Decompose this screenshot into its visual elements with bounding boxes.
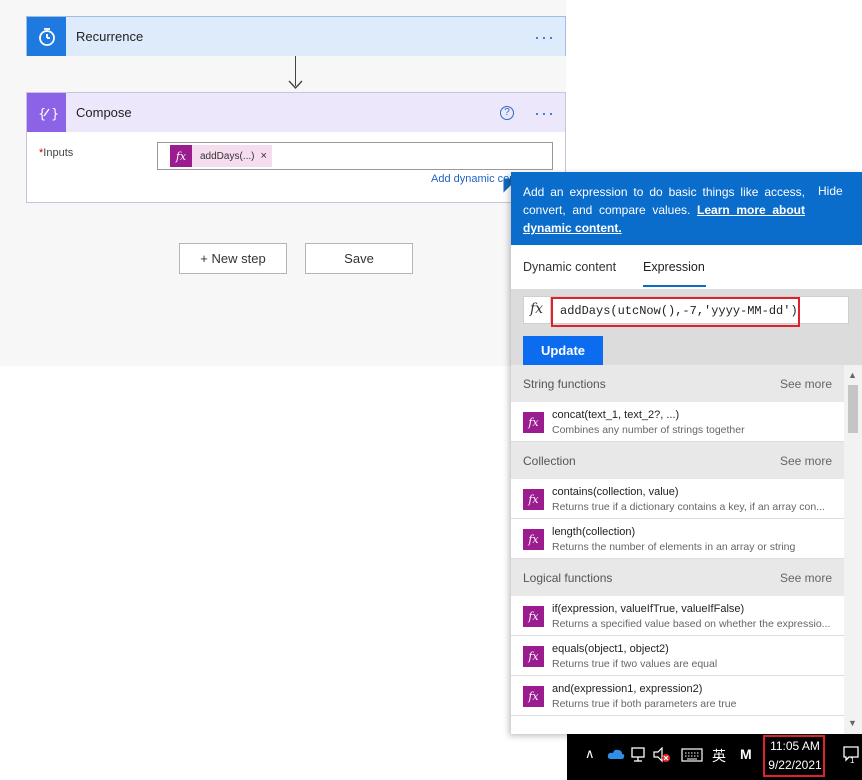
recurrence-header[interactable]: Recurrence ··· — [27, 17, 565, 56]
clock-date[interactable]: 9/22/2021 — [767, 758, 823, 772]
volume-muted-icon[interactable] — [653, 747, 671, 763]
section-header-collection: Collection See more — [511, 442, 844, 479]
more-options-icon[interactable]: ··· — [534, 104, 555, 122]
taskbar: ∧ 英 M 11:05 AM 9/22/2021 1 — [567, 734, 862, 780]
hide-button[interactable]: Hide — [818, 184, 843, 198]
compose-card[interactable]: { } Compose ? ··· *Inputs fx addDays(...… — [26, 92, 566, 203]
ime-icon[interactable]: 英 — [712, 746, 726, 766]
notification-count: 1 — [850, 756, 855, 765]
token-text: addDays(...) — [200, 150, 255, 162]
network-icon[interactable] — [631, 747, 649, 763]
scroll-thumb[interactable] — [848, 385, 858, 433]
recurrence-card[interactable]: Recurrence ··· — [26, 16, 566, 56]
fx-icon: fx — [523, 412, 544, 433]
expression-token[interactable]: fx addDays(...) × — [170, 145, 272, 167]
function-desc: Returns true if both parameters are true — [552, 698, 737, 710]
m-app-icon[interactable]: M — [740, 746, 752, 762]
section-title: Collection — [523, 453, 576, 468]
see-more-link[interactable]: See more — [780, 377, 832, 391]
function-item[interactable]: fx length(collection) Returns the number… — [511, 519, 844, 559]
fx-icon: fx — [523, 489, 544, 510]
function-item[interactable]: fx equals(object1, object2) Returns true… — [511, 636, 844, 676]
fx-icon: fx — [523, 529, 544, 550]
compose-title: Compose — [76, 105, 132, 120]
compose-icon: { } — [27, 93, 66, 132]
see-more-link[interactable]: See more — [780, 571, 832, 585]
function-desc: Combines any number of strings together — [552, 424, 745, 436]
function-desc: Returns true if two values are equal — [552, 658, 718, 670]
remove-token-icon[interactable]: × — [260, 150, 271, 162]
function-item[interactable]: fx contains(collection, value) Returns t… — [511, 479, 844, 519]
section-title: Logical functions — [523, 570, 613, 585]
section-title: String functions — [523, 376, 606, 391]
function-name: and(expression1, expression2) — [552, 683, 703, 695]
function-name: length(collection) — [552, 526, 636, 538]
function-name: equals(object1, object2) — [552, 643, 669, 655]
dynamic-content-panel: Add an expression to do basic things lik… — [511, 172, 862, 734]
compose-header[interactable]: { } Compose ? ··· — [27, 93, 565, 132]
expression-value[interactable]: addDays(utcNow(),-7,'yyyy-MM-dd') — [560, 304, 798, 318]
panel-tabs: Dynamic content Expression — [511, 245, 862, 289]
section-header-string: String functions See more — [511, 365, 844, 402]
function-item[interactable]: fx and(expression1, expression2) Returns… — [511, 676, 844, 716]
screen: Recurrence ··· { } Compose ? ··· *Inputs — [0, 0, 862, 780]
scroll-down-icon[interactable]: ▼ — [848, 718, 857, 728]
onedrive-icon[interactable] — [607, 748, 625, 760]
clock-icon — [27, 17, 66, 56]
tab-dynamic-content[interactable]: Dynamic content — [523, 260, 616, 274]
help-icon[interactable]: ? — [500, 105, 515, 120]
save-button[interactable]: Save — [305, 243, 413, 274]
new-step-button[interactable]: + New step — [179, 243, 287, 274]
clock-time[interactable]: 11:05 AM — [767, 739, 823, 753]
fx-icon: fx — [530, 301, 544, 317]
chevron-up-icon[interactable]: ∧ — [585, 746, 595, 762]
fx-icon: fx — [523, 606, 544, 627]
scroll-up-icon[interactable]: ▲ — [848, 370, 857, 380]
function-desc: Returns true if a dictionary contains a … — [552, 501, 825, 513]
panel-intro: Add an expression to do basic things lik… — [523, 183, 805, 237]
see-more-link[interactable]: See more — [780, 454, 832, 468]
inputs-label: *Inputs — [39, 147, 73, 159]
inputs-field[interactable]: fx addDays(...) × — [157, 142, 553, 170]
fx-icon: fx — [523, 686, 544, 707]
svg-text:}: } — [51, 107, 58, 122]
function-item[interactable]: fx concat(text_1, text_2?, ...) Combines… — [511, 402, 844, 442]
inputs-label-text: Inputs — [43, 147, 74, 159]
function-desc: Returns the number of elements in an arr… — [552, 541, 796, 553]
function-name: concat(text_1, text_2?, ...) — [552, 409, 680, 421]
function-name: contains(collection, value) — [552, 486, 679, 498]
keyboard-icon[interactable] — [681, 748, 703, 762]
active-tab-indicator — [643, 285, 706, 287]
recurrence-title: Recurrence — [76, 29, 144, 44]
function-desc: Returns a specified value based on wheth… — [552, 618, 831, 630]
function-name: if(expression, valueIfTrue, valueIfFalse… — [552, 603, 745, 615]
fx-icon: fx — [523, 646, 544, 667]
scrollbar[interactable]: ▲ ▼ — [844, 365, 862, 734]
section-header-logical: Logical functions See more — [511, 559, 844, 596]
fx-icon: fx — [170, 145, 192, 167]
tab-expression[interactable]: Expression — [643, 260, 705, 274]
arrow-down-icon — [288, 80, 303, 90]
function-list: String functions See more fx concat(text… — [511, 365, 844, 734]
more-options-icon[interactable]: ··· — [534, 28, 555, 46]
function-item[interactable]: fx if(expression, valueIfTrue, valueIfFa… — [511, 596, 844, 636]
update-button[interactable]: Update — [523, 336, 603, 365]
panel-header: Add an expression to do basic things lik… — [511, 172, 862, 245]
